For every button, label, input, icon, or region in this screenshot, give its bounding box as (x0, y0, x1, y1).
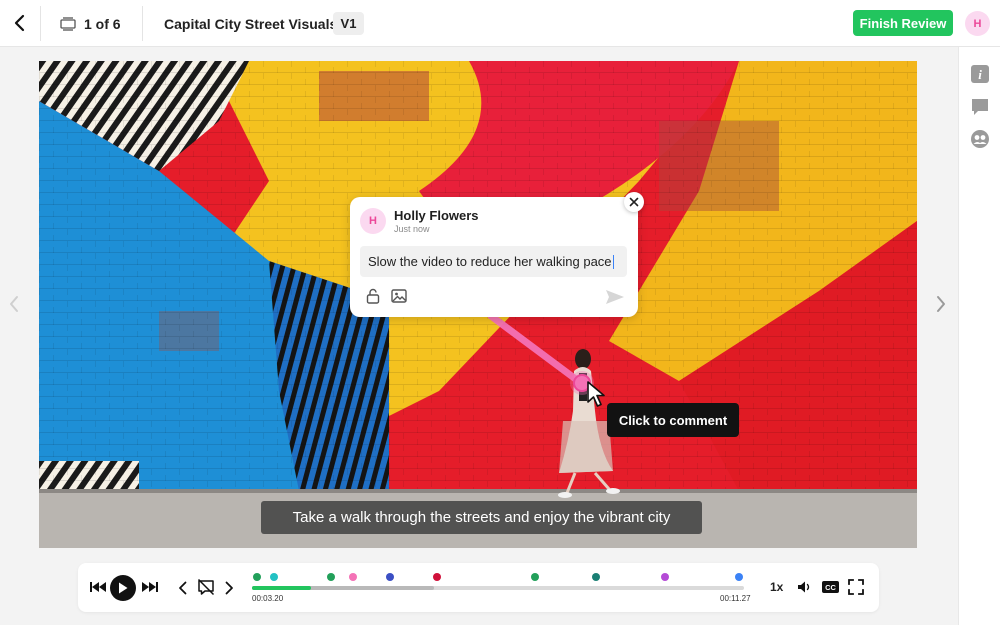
skip-forward-button[interactable] (142, 580, 158, 594)
comment-author-avatar: H (360, 208, 386, 234)
player-controls: 00:03.20 00:11.27 1x CC (78, 563, 879, 612)
captions-button[interactable]: CC (821, 580, 839, 594)
comment-marker[interactable] (348, 573, 357, 581)
close-comment-button[interactable] (624, 192, 644, 212)
total-duration: 00:11.27 (720, 594, 751, 603)
comment-icon (972, 99, 988, 115)
skip-forward-icon (142, 582, 158, 592)
privacy-toggle-button[interactable] (365, 288, 381, 304)
captions-icon: CC (821, 581, 839, 593)
close-icon (629, 197, 639, 207)
skip-back-button[interactable] (90, 580, 106, 594)
back-button[interactable] (8, 10, 32, 36)
comment-marker[interactable] (252, 573, 261, 581)
current-time: 00:03.20 (252, 594, 284, 603)
chevron-left-icon (14, 14, 25, 32)
comments-button[interactable] (970, 97, 990, 117)
previous-asset-button[interactable] (7, 294, 21, 314)
asset-title: Capital City Street Visuals (164, 16, 338, 32)
info-icon: i (971, 65, 989, 83)
version-selector[interactable]: V1 (333, 12, 364, 35)
chevron-right-icon (937, 296, 945, 312)
asset-counter[interactable]: 1 of 6 (60, 14, 121, 34)
comment-marker[interactable] (661, 573, 670, 581)
fullscreen-icon (848, 579, 864, 595)
right-rail: i (958, 47, 1000, 625)
user-avatar[interactable]: H (965, 11, 990, 36)
skip-back-icon (90, 582, 106, 592)
comment-marker[interactable] (385, 573, 394, 581)
playback-speed-button[interactable]: 1x (770, 580, 783, 594)
comment-marker[interactable] (735, 573, 744, 581)
comment-card: H Holly Flowers Just now Slow the video … (350, 192, 644, 317)
next-asset-button[interactable] (934, 294, 948, 314)
volume-icon (798, 581, 810, 593)
comment-marker[interactable] (326, 573, 335, 581)
info-button[interactable]: i (970, 64, 990, 84)
comment-marker[interactable] (592, 573, 601, 581)
finish-review-button[interactable]: Finish Review (853, 10, 953, 36)
captions-label: CC (825, 583, 836, 592)
chevron-left-icon (179, 581, 187, 595)
attach-image-button[interactable] (391, 288, 407, 304)
comment-marker[interactable] (270, 573, 279, 581)
chevron-left-icon (10, 296, 18, 312)
comment-input[interactable]: Slow the video to reduce her walking pac… (360, 246, 627, 277)
text-caret (612, 254, 614, 269)
divider (40, 6, 41, 41)
svg-text:i: i (978, 67, 982, 82)
send-icon (606, 290, 624, 304)
reviewers-button[interactable] (970, 129, 990, 149)
asset-counter-label: 1 of 6 (84, 16, 121, 32)
users-icon (971, 130, 989, 148)
volume-button[interactable] (796, 579, 814, 595)
divider (142, 6, 143, 41)
comment-marker[interactable] (530, 573, 539, 581)
image-icon (391, 289, 407, 303)
stack-icon (60, 17, 76, 31)
play-button[interactable] (110, 575, 136, 601)
hide-comments-button[interactable] (196, 577, 216, 597)
comments-off-icon (197, 578, 215, 596)
play-icon (119, 582, 128, 594)
unlock-icon (366, 288, 380, 304)
click-to-comment-tooltip: Click to comment (607, 403, 739, 437)
top-bar: 1 of 6 Capital City Street Visuals V1 Fi… (0, 0, 1000, 47)
fullscreen-button[interactable] (847, 578, 865, 596)
timeline-progress (252, 586, 312, 590)
send-comment-button[interactable] (605, 289, 625, 305)
next-comment-button[interactable] (222, 579, 236, 597)
chevron-right-icon (225, 581, 233, 595)
video-subtitle: Take a walk through the streets and enjo… (261, 501, 702, 534)
comment-timestamp: Just now (394, 224, 430, 234)
comment-marker[interactable] (432, 573, 441, 581)
comment-author-name: Holly Flowers (394, 208, 479, 223)
previous-comment-button[interactable] (176, 579, 190, 597)
comment-input-text: Slow the video to reduce her walking pac… (368, 254, 612, 269)
